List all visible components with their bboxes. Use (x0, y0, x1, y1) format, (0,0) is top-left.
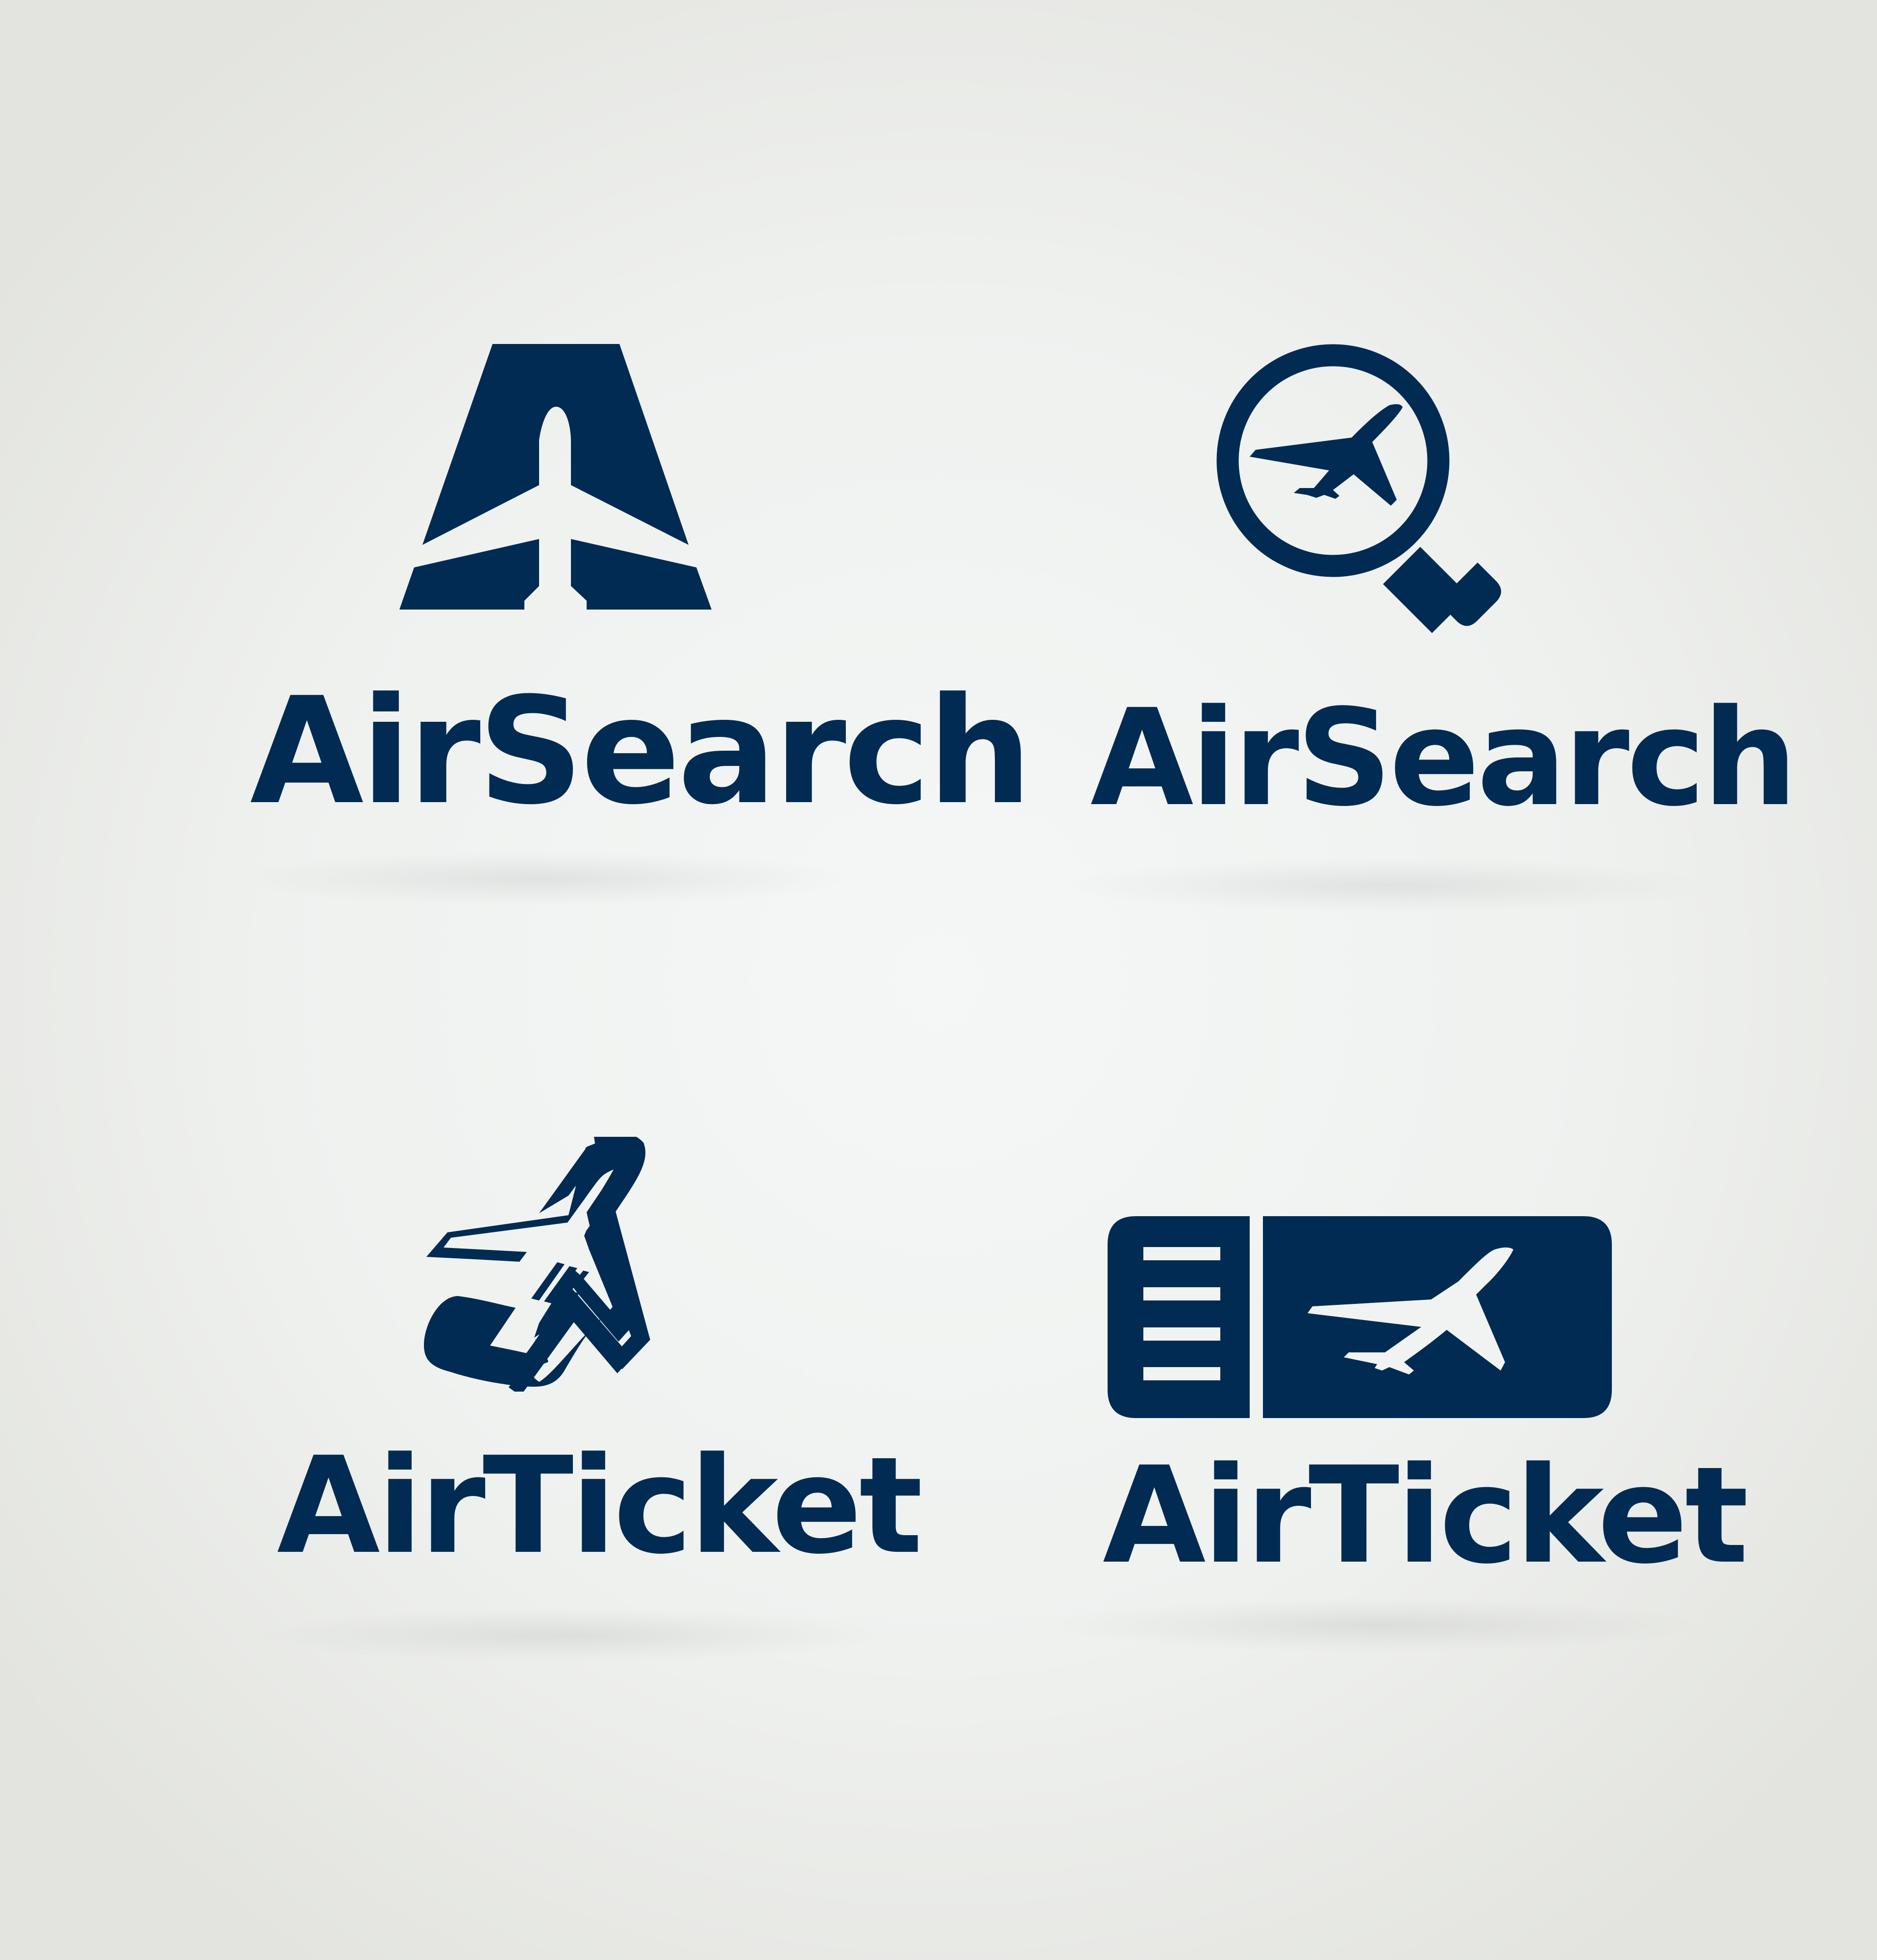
logo-shadow (235, 852, 848, 906)
logo-sheet: { "brand_color": "#012b52", "background_… (0, 0, 1877, 1960)
logo-shadow (1051, 1598, 1698, 1652)
wordmark-airsearch: AirSearch (1090, 681, 1798, 836)
wordmark-airsearch: AirSearch (250, 666, 1032, 837)
wordmark-airticket: AirTicket (277, 1429, 923, 1584)
wordmark-airticket: AirTicket (1103, 1439, 1749, 1593)
magnifier-plane-icon (1216, 344, 1501, 633)
plane-ticket-roll-icon (424, 1137, 650, 1392)
logo-shadow (255, 1608, 882, 1662)
boarding-pass-plane-icon (1108, 1216, 1612, 1418)
logo-shadow (1068, 858, 1710, 912)
plane-letter-a-icon (399, 344, 712, 610)
